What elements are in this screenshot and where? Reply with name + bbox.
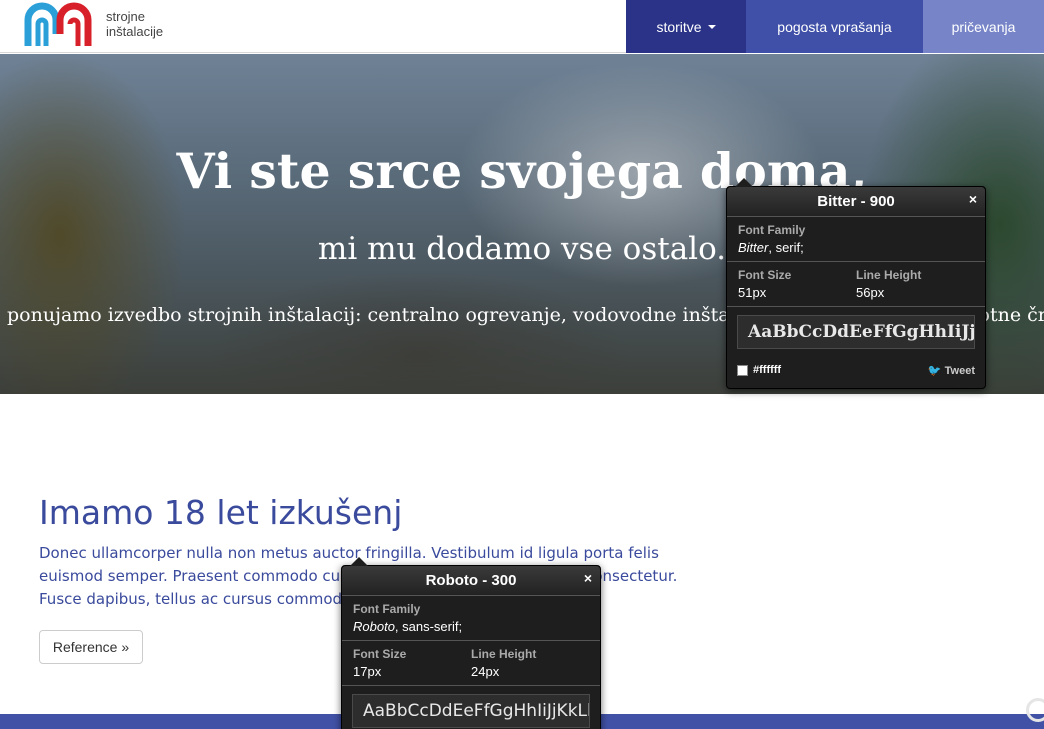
popup-pointer [350, 557, 368, 566]
font-family-label: Font Family [353, 602, 421, 616]
font-family-name: Bitter [738, 240, 769, 255]
line-height-label: Line Height [471, 647, 537, 661]
font-size-value: 17px [353, 664, 382, 679]
nav-services[interactable]: storitve [626, 0, 746, 53]
nav-faq-label: pogosta vprašanja [777, 18, 892, 35]
font-inspector-popup-bitter: Bitter - 900 × Font Family Bitter, serif… [726, 178, 986, 389]
font-family-label: Font Family [738, 223, 806, 237]
navbar: strojne inštalacije storitve pogosta vpr… [0, 0, 1044, 53]
line-height-value: 56px [856, 285, 885, 300]
color-swatch-checkbox[interactable] [737, 364, 748, 376]
nav-testimonials[interactable]: pričevanja [923, 0, 1044, 53]
reference-button[interactable]: Reference » [39, 630, 143, 664]
close-icon[interactable]: × [584, 570, 592, 586]
font-family-value: Bitter, serif; [738, 240, 974, 255]
color-info: #ffffff [737, 364, 781, 376]
font-metrics-section: Font Size 51px Line Height 56px [727, 262, 985, 307]
company-logo[interactable] [24, 0, 100, 48]
popup-title: Bitter - 900 [727, 187, 985, 217]
color-value: #ffffff [753, 364, 782, 376]
font-family-fallback: , sans-serif; [394, 619, 463, 634]
search-icon[interactable] [1026, 698, 1044, 722]
popup-footer: #ffffff 🐦 Tweet [727, 357, 985, 383]
font-sample: AaBbCcDdEeFfGgHhIiJjKk [737, 315, 975, 349]
experience-heading: Imamo 18 let izkušenj [39, 493, 403, 532]
font-family-section: Font Family Roboto, sans-serif; [342, 596, 600, 641]
close-icon[interactable]: × [969, 191, 977, 207]
tweet-button[interactable]: 🐦 Tweet [928, 364, 975, 377]
popup-pointer [735, 178, 753, 187]
font-size-label: Font Size [738, 268, 792, 282]
nav-faq[interactable]: pogosta vprašanja [746, 0, 923, 53]
logo-text: strojne inštalacije [106, 9, 163, 39]
font-family-fallback: , serif; [768, 240, 804, 255]
line-height-value: 24px [471, 664, 500, 679]
font-family-name: Roboto [353, 619, 395, 634]
font-size-label: Font Size [353, 647, 407, 661]
font-family-section: Font Family Bitter, serif; [727, 217, 985, 262]
nav-services-label: storitve [656, 18, 702, 35]
caret-down-icon [707, 24, 716, 29]
nav-testimonials-label: pričevanja [951, 18, 1016, 35]
popup-title: Roboto - 300 [342, 566, 600, 596]
font-sample: AaBbCcDdEeFfGgHhIiJjKkLlM [352, 694, 590, 728]
font-size-value: 51px [738, 285, 767, 300]
logo-line-2: inštalacije [106, 24, 164, 39]
logo-line-1: strojne [106, 9, 146, 24]
font-family-value: Roboto, sans-serif; [353, 619, 589, 634]
font-inspector-popup-roboto: Roboto - 300 × Font Family Roboto, sans-… [341, 557, 601, 729]
twitter-bird-icon: 🐦 [927, 364, 942, 377]
line-height-label: Line Height [856, 268, 922, 282]
font-metrics-section: Font Size 17px Line Height 24px [342, 641, 600, 686]
tweet-label: Tweet [944, 364, 975, 377]
